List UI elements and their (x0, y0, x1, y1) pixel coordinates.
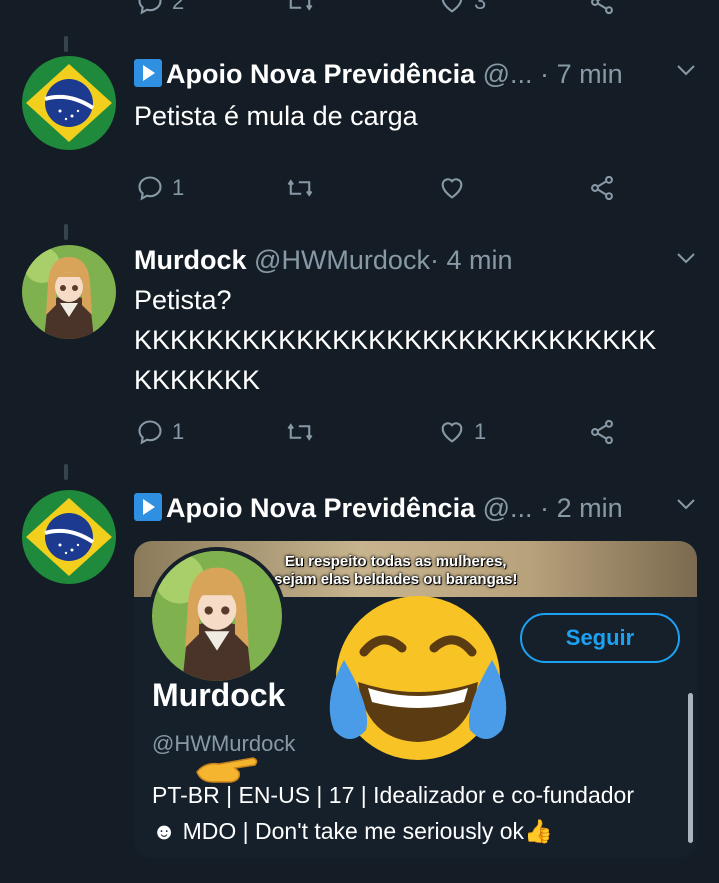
brazil-flag-icon (22, 490, 116, 584)
tweet-text: Petista? KKKKKKKKKKKKKKKKKKKKKKKKKKKKK K… (134, 285, 657, 395)
play-icon (134, 59, 162, 87)
reply-icon (138, 176, 162, 201)
avatar[interactable] (22, 56, 116, 150)
separator-dot: · (429, 245, 439, 275)
tweet-time[interactable]: 2 min (557, 493, 623, 523)
reply-icon (138, 0, 162, 15)
pointing-hand-icon (196, 757, 258, 783)
share-action[interactable] (588, 174, 616, 202)
share-action[interactable] (588, 418, 616, 446)
prev-reply-action[interactable]: 2 (136, 0, 184, 16)
tweet-time[interactable]: 4 min (446, 245, 512, 275)
chevron-down-icon[interactable] (675, 496, 697, 517)
retweet-action[interactable] (285, 418, 315, 446)
profile-name: Murdock (152, 677, 286, 713)
prev-share-action[interactable] (588, 0, 616, 16)
follow-button[interactable]: Seguir (520, 613, 680, 663)
banner-caption: Eu respeito todas as mulheres, sejam ela… (274, 553, 518, 588)
reply-action[interactable]: 1 (136, 418, 184, 446)
reply-count: 2 (172, 0, 185, 14)
tweet-time[interactable]: 7 min (557, 59, 623, 89)
prev-retweet-action[interactable] (285, 0, 315, 16)
avatar[interactable] (22, 490, 116, 584)
chevron-down-icon[interactable] (675, 250, 697, 271)
laughing-tears-emoji-icon (329, 596, 507, 760)
retweet-icon (289, 0, 313, 11)
heart-icon (441, 0, 463, 13)
thread-line (64, 464, 68, 480)
like-action[interactable] (438, 174, 466, 202)
prev-like-action[interactable]: 3 (438, 0, 486, 16)
thread-line (64, 36, 68, 52)
profile-bio: PT-BR | EN-US | 17 | Idealizador e co-fu… (152, 782, 634, 844)
like-count: 3 (474, 0, 487, 14)
reply-count: 1 (172, 175, 185, 200)
author-name[interactable]: Apoio Nova Previdência (166, 59, 475, 89)
like-action[interactable]: 1 (438, 418, 486, 446)
reply-icon (138, 420, 162, 445)
tweet-header: Apoio Nova Previdência @... · 2 min (134, 492, 623, 524)
author-name[interactable]: Apoio Nova Previdência (166, 493, 475, 523)
share-icon (591, 175, 613, 201)
author-name[interactable]: Murdock (134, 245, 247, 275)
avatar[interactable] (22, 245, 116, 339)
author-handle[interactable]: @HWMurdock (254, 245, 430, 275)
separator-dot: · (540, 493, 550, 523)
tweet-header: Apoio Nova Previdência @... · 7 min (134, 58, 623, 90)
retweet-action[interactable] (285, 174, 315, 202)
tweet-text: Petista é mula de carga (134, 101, 418, 131)
anime-girl-avatar (22, 245, 116, 339)
heart-icon (441, 178, 463, 199)
scrollbar[interactable] (688, 693, 693, 843)
retweet-icon (287, 423, 313, 441)
author-handle[interactable]: @... (483, 59, 533, 89)
tweet-header: Murdock @HWMurdock· 4 min (134, 244, 513, 276)
reply-action[interactable]: 1 (136, 174, 184, 202)
like-count: 1 (474, 419, 487, 444)
reply-count: 1 (172, 419, 185, 444)
author-handle[interactable]: @... (483, 493, 533, 523)
share-icon (591, 419, 613, 445)
heart-icon (441, 422, 463, 443)
chevron-down-icon[interactable] (675, 62, 697, 83)
retweet-icon (287, 179, 313, 197)
separator-dot: · (540, 59, 550, 89)
brazil-flag-icon (22, 56, 116, 150)
share-icon (591, 0, 613, 15)
play-icon (134, 493, 162, 521)
thread-line (64, 224, 68, 240)
profile-avatar (148, 547, 286, 685)
anime-girl-avatar (152, 551, 282, 681)
